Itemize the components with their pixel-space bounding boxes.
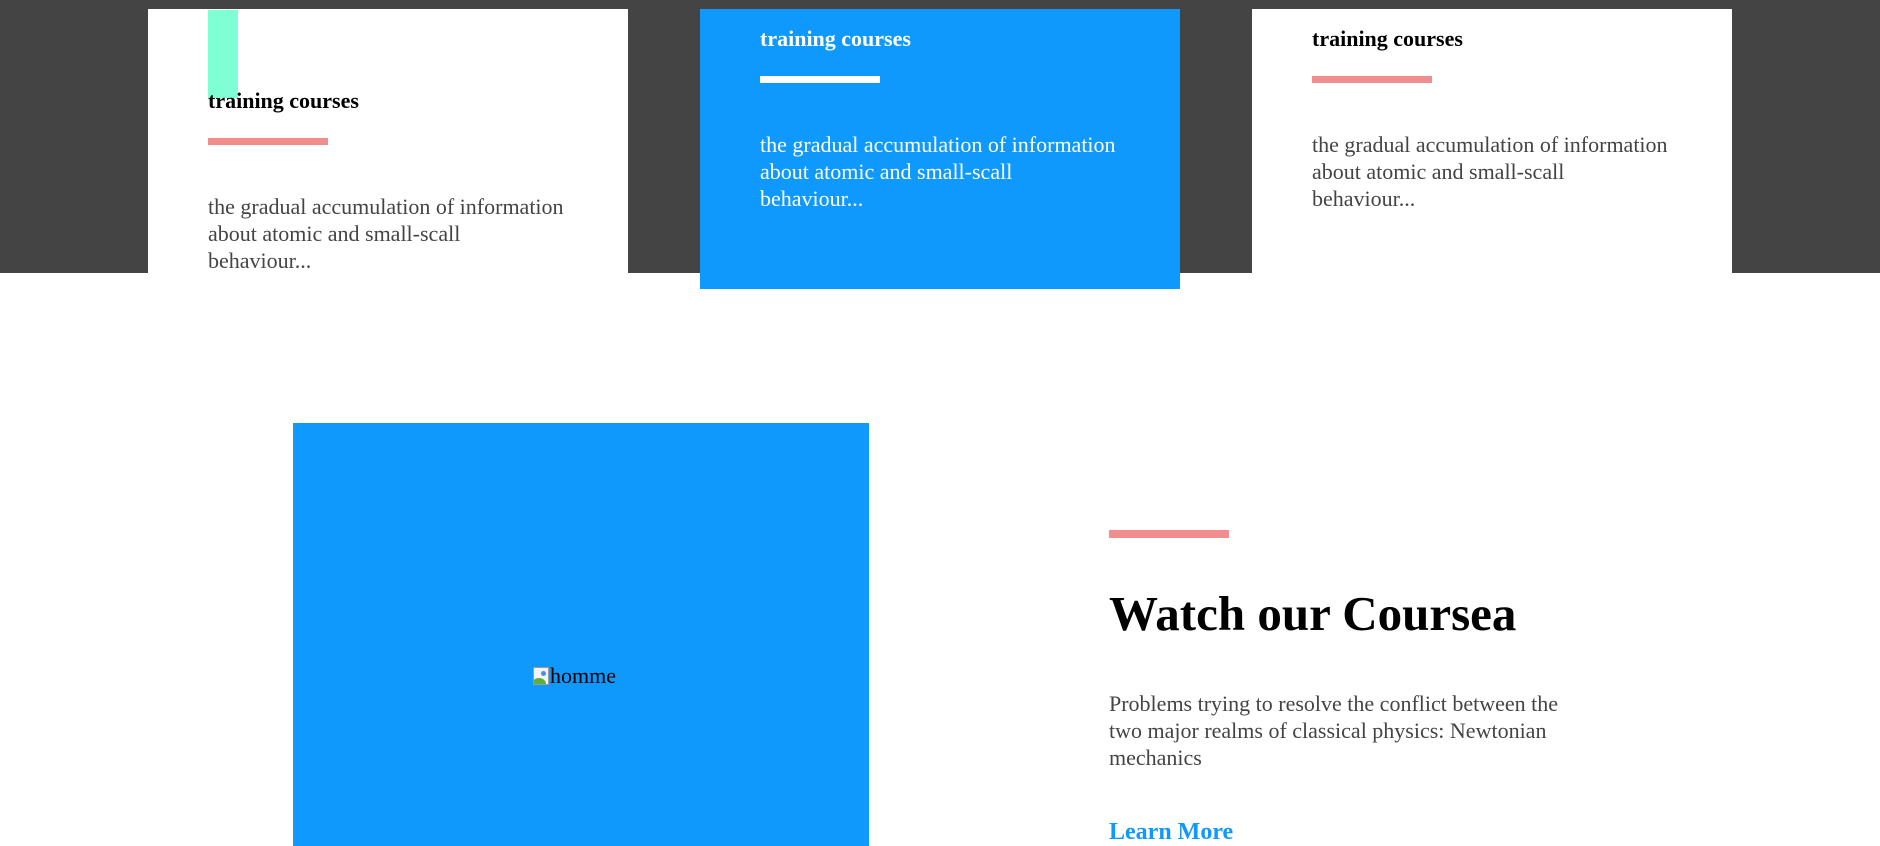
course-card-1[interactable]: training courses the gradual accumulatio… xyxy=(148,9,628,273)
course-card-3[interactable]: training courses the gradual accumulatio… xyxy=(1252,9,1732,273)
broken-image-icon xyxy=(533,667,549,685)
card-divider xyxy=(1312,76,1432,83)
broken-image: homme xyxy=(533,663,616,689)
learn-more-link[interactable]: Learn More xyxy=(1109,818,1233,846)
section-title: Watch our Coursea xyxy=(1109,586,1517,641)
card-title: training courses xyxy=(1312,26,1463,51)
course-card-2-highlighted[interactable]: training courses the gradual accumulatio… xyxy=(700,9,1180,289)
card-divider xyxy=(208,138,328,145)
card-description: the gradual accumulation of information … xyxy=(760,132,1116,211)
section-divider xyxy=(1109,530,1229,538)
card-title: training courses xyxy=(208,88,359,113)
section-description: Problems trying to resolve the conflict … xyxy=(1109,691,1559,770)
card-description: the gradual accumulation of information … xyxy=(1312,132,1668,211)
card-title: training courses xyxy=(760,26,911,51)
card-description: the gradual accumulation of information … xyxy=(208,194,564,273)
card-divider xyxy=(760,76,880,83)
video-thumbnail[interactable]: homme xyxy=(293,423,869,846)
image-alt-text: homme xyxy=(550,663,616,688)
card-accent-bar xyxy=(208,10,238,98)
